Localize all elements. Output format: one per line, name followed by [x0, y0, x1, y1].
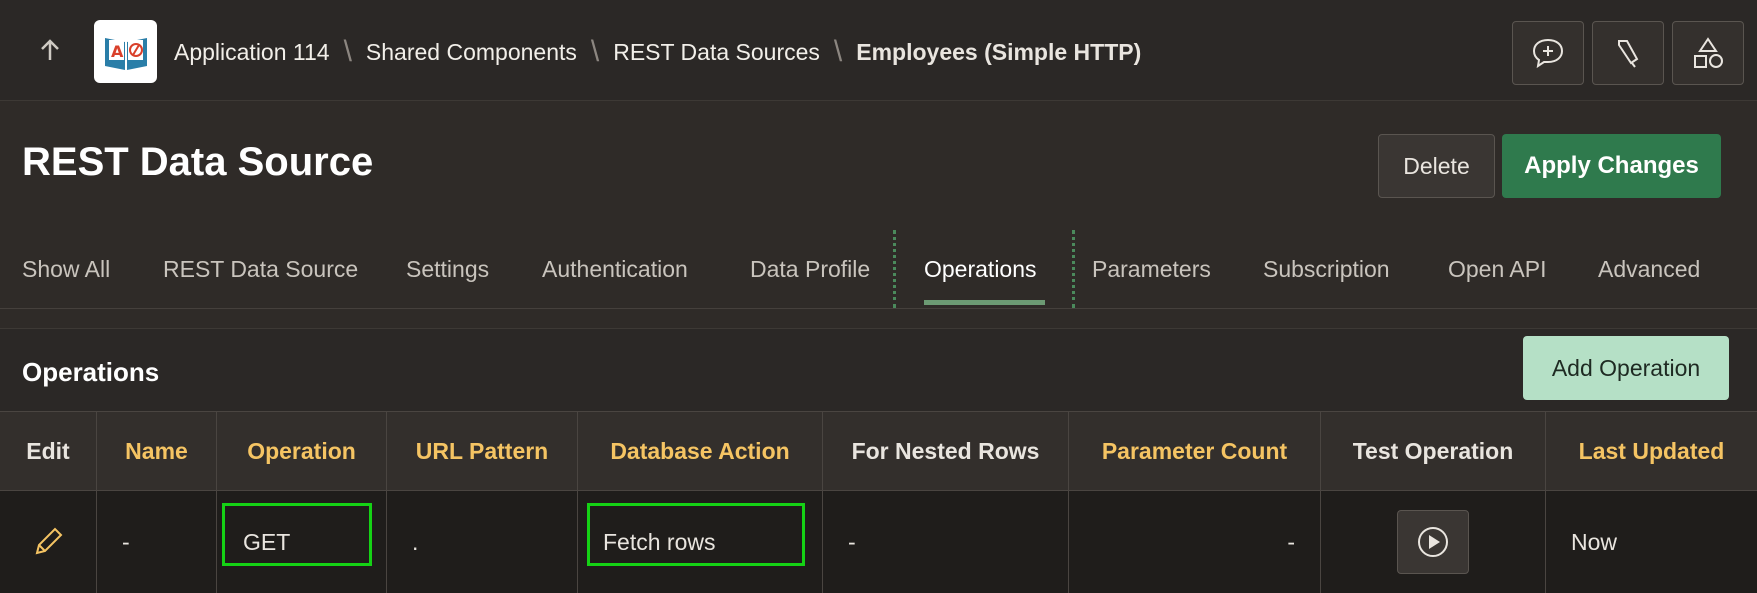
tab-operations[interactable]: Operations — [924, 256, 1037, 283]
tab-subscription[interactable]: Subscription — [1263, 256, 1390, 283]
column-header-test-operation: Test Operation — [1321, 411, 1546, 491]
breadcrumb: Application 114 \ Shared Components \ RE… — [174, 30, 1141, 74]
page-title: REST Data Source — [22, 140, 374, 184]
column-header-database-action[interactable]: Database Action — [578, 411, 823, 491]
pencil-icon[interactable] — [31, 525, 65, 559]
operations-grid: Edit Name Operation URL Pattern Database… — [0, 411, 1757, 593]
highlighter-button[interactable] — [1592, 21, 1664, 85]
highlighter-icon — [1618, 40, 1639, 68]
column-header-edit: Edit — [0, 411, 97, 491]
apply-changes-button[interactable]: Apply Changes — [1502, 134, 1721, 198]
column-header-last-updated[interactable]: Last Updated — [1546, 411, 1757, 491]
highlight-box-operation — [222, 503, 372, 566]
arrow-up-icon[interactable] — [32, 32, 68, 68]
breadcrumb-current: Employees (Simple HTTP) — [856, 38, 1142, 65]
tab-divider — [893, 230, 896, 308]
add-operation-button[interactable]: Add Operation — [1523, 336, 1729, 400]
tab-show-all[interactable]: Show All — [22, 256, 110, 283]
breadcrumb-separator: \ — [833, 35, 843, 68]
operations-region: Operations Add Operation Edit Name Opera… — [0, 328, 1757, 593]
tab-data-profile[interactable]: Data Profile — [750, 256, 870, 283]
cell-for-nested-rows: - — [823, 491, 1069, 593]
svg-text:A: A — [111, 42, 124, 61]
highlight-box-database-action — [587, 503, 805, 566]
cell-parameter-count: - — [1069, 491, 1321, 593]
cell-name: - — [97, 491, 217, 593]
tab-parameters[interactable]: Parameters — [1092, 256, 1211, 283]
column-header-name[interactable]: Name — [97, 411, 217, 491]
shared-components-button[interactable] — [1672, 21, 1744, 85]
tab-rest-data-source[interactable]: REST Data Source — [163, 256, 358, 283]
feedback-icon — [1532, 38, 1564, 69]
tab-bar: Show All REST Data Source Settings Authe… — [0, 226, 1757, 309]
column-header-url-pattern[interactable]: URL Pattern — [387, 411, 578, 491]
cell-url-pattern: . — [387, 491, 578, 593]
breadcrumb-application[interactable]: Application 114 — [174, 39, 330, 66]
test-operation-button[interactable] — [1397, 510, 1469, 574]
active-tab-indicator — [924, 300, 1045, 305]
tab-divider — [1072, 230, 1075, 308]
app-logo[interactable]: A — [94, 20, 157, 83]
cell-last-updated: Now — [1546, 491, 1757, 593]
breadcrumb-rest-data-sources[interactable]: REST Data Sources — [613, 39, 820, 66]
feedback-button[interactable] — [1512, 21, 1584, 85]
tab-open-api[interactable]: Open API — [1448, 256, 1546, 283]
top-bar: A Application 114 \ Shared Components \ … — [0, 0, 1757, 101]
column-header-parameter-count[interactable]: Parameter Count — [1069, 411, 1321, 491]
shapes-icon — [1694, 37, 1723, 68]
breadcrumb-shared-components[interactable]: Shared Components — [366, 39, 577, 66]
play-circle-icon — [1418, 527, 1448, 557]
column-header-operation[interactable]: Operation — [217, 411, 387, 491]
cell-test-operation — [1321, 491, 1546, 593]
tab-advanced[interactable]: Advanced — [1598, 256, 1700, 283]
breadcrumb-separator: \ — [343, 35, 352, 68]
column-header-for-nested-rows: For Nested Rows — [823, 411, 1069, 491]
delete-button[interactable]: Delete — [1378, 134, 1495, 198]
region-title: Operations — [22, 357, 160, 387]
table-row-edit-cell — [0, 491, 97, 593]
tab-authentication[interactable]: Authentication — [542, 256, 688, 283]
breadcrumb-separator: \ — [590, 35, 600, 68]
tab-settings[interactable]: Settings — [406, 256, 489, 283]
